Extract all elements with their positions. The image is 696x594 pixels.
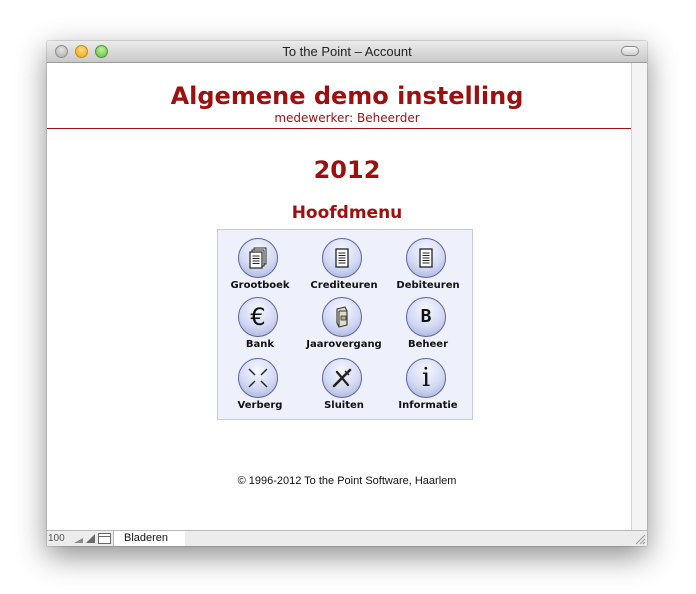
menu-item-debiteuren[interactable]: Debiteuren	[386, 238, 470, 298]
menu-item-label: Crediteuren	[310, 280, 378, 291]
document-icon	[419, 248, 433, 268]
main-menu-panel: Grootboek Crediteuren Debiteuren € Bank …	[217, 229, 473, 420]
crediteuren-button[interactable]	[322, 238, 362, 278]
app-window: To the Point – Account Algemene demo ins…	[47, 41, 647, 546]
close-x-icon	[332, 368, 352, 388]
resize-grip-icon[interactable]	[634, 533, 646, 545]
verberg-button[interactable]	[238, 358, 278, 398]
zoom-in-icon[interactable]	[85, 533, 96, 544]
toolbar-toggle-button[interactable]	[621, 46, 639, 56]
ledger-stack-icon	[249, 247, 267, 269]
bank-button[interactable]: €	[238, 297, 278, 337]
mode-indicator[interactable]: Bladeren	[113, 531, 185, 546]
jaarovergang-button[interactable]	[322, 297, 362, 337]
b-icon: B	[420, 306, 432, 327]
menu-item-label: Jaarovergang	[306, 339, 382, 350]
menu-item-label: Informatie	[398, 400, 458, 411]
menu-item-label: Bank	[245, 339, 275, 350]
menu-item-grootboek[interactable]: Grootboek	[218, 238, 302, 298]
show-toolbar-icon[interactable]	[98, 533, 111, 544]
beheer-button[interactable]: B	[406, 297, 446, 337]
status-bar: 100 Bladeren	[47, 530, 647, 546]
grootboek-button[interactable]	[238, 238, 278, 278]
euro-icon: €	[250, 303, 266, 331]
copyright-text: © 1996-2012 To the Point Software, Haarl…	[237, 475, 457, 487]
menu-item-label: Beheer	[407, 339, 449, 350]
zoom-out-icon[interactable]	[73, 533, 84, 544]
menu-item-bank[interactable]: € Bank	[218, 297, 302, 357]
menu-item-verberg[interactable]: Verberg	[218, 358, 302, 418]
menu-item-label: Verberg	[237, 400, 283, 411]
layout-content: Algemene demo instelling medewerker: Beh…	[47, 63, 631, 530]
menu-item-label: Grootboek	[230, 280, 290, 291]
informatie-button[interactable]: i	[406, 358, 446, 398]
year-transition-icon	[336, 306, 348, 328]
menu-item-beheer[interactable]: B Beheer	[386, 297, 470, 357]
header-divider	[47, 128, 631, 129]
menu-item-crediteuren[interactable]: Crediteuren	[302, 238, 386, 298]
zoom-level[interactable]: 100	[48, 532, 70, 545]
menu-item-label: Debiteuren	[396, 280, 460, 291]
menu-title: Hoofdmenu	[291, 203, 403, 223]
sluiten-button[interactable]	[322, 358, 362, 398]
menu-item-jaarovergang[interactable]: Jaarovergang	[302, 297, 386, 357]
employee-subtitle: medewerker: Beheerder	[274, 111, 420, 125]
window-title: To the Point – Account	[282, 44, 412, 59]
debiteuren-button[interactable]	[406, 238, 446, 278]
info-icon: i	[421, 363, 431, 393]
hide-icon	[248, 368, 268, 388]
document-icon	[335, 248, 349, 268]
page-title: Algemene demo instelling	[170, 82, 524, 110]
vertical-scrollbar[interactable]	[631, 63, 647, 530]
menu-item-informatie[interactable]: i Informatie	[386, 358, 470, 418]
menu-item-sluiten[interactable]: Sluiten	[302, 358, 386, 418]
title-bar[interactable]: To the Point – Account	[47, 41, 647, 63]
year-heading: 2012	[313, 156, 381, 184]
menu-item-label: Sluiten	[324, 400, 364, 411]
